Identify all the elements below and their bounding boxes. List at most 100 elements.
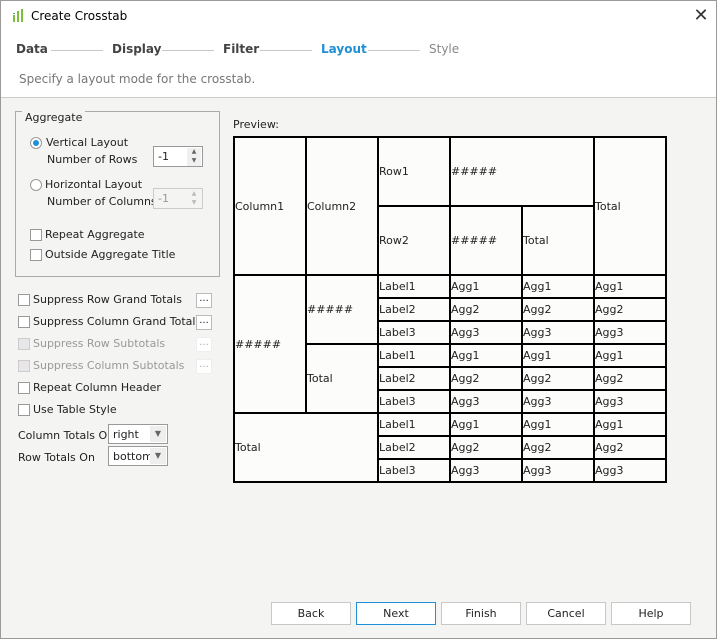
row-label-cell: Label3 — [377, 458, 451, 483]
aggregate-cell: Agg2 — [593, 366, 667, 391]
option-checkbox[interactable] — [18, 382, 30, 394]
stepper-down-icon[interactable]: ▼ — [187, 157, 201, 166]
repeat-aggregate-checkbox[interactable] — [30, 229, 42, 241]
row-totals-select[interactable]: bottom ▼ — [108, 446, 168, 466]
aggregate-cell: Agg2 — [449, 435, 523, 460]
more-options-button[interactable]: ... — [196, 337, 212, 352]
step-filter[interactable]: Filter — [223, 42, 259, 56]
aggregate-cell: Agg3 — [449, 320, 523, 345]
outside-aggregate-title-label[interactable]: Outside Aggregate Title — [45, 248, 175, 261]
column-group-cell: ##### — [233, 274, 307, 414]
horizontal-layout-radio[interactable] — [30, 179, 42, 191]
option-checkbox[interactable] — [18, 316, 30, 328]
option-label[interactable]: Suppress Column Subtotals — [33, 359, 184, 372]
chevron-down-icon[interactable]: ▼ — [150, 448, 166, 464]
row-header: Row2 — [377, 205, 451, 276]
row-header-value: ##### — [449, 136, 595, 207]
aggregate-cell: Agg2 — [593, 435, 667, 460]
aggregate-cell: Agg1 — [449, 412, 523, 437]
option-label[interactable]: Suppress Row Grand Totals — [33, 293, 182, 306]
help-button[interactable]: Help — [611, 602, 691, 625]
preview-label: Preview: — [233, 118, 279, 131]
more-options-button[interactable]: ... — [196, 293, 212, 308]
title-bar: Create Crosstab ✕ — [1, 1, 716, 32]
cancel-button[interactable]: Cancel — [526, 602, 606, 625]
step-divider — [51, 50, 103, 51]
row-totals-value: bottom — [113, 450, 153, 463]
option-label[interactable]: Use Table Style — [33, 403, 117, 416]
column-grand-total-cell: Total — [233, 412, 379, 483]
more-options-button[interactable]: ... — [196, 359, 212, 374]
aggregate-cell: Agg1 — [449, 343, 523, 368]
aggregate-cell: Agg2 — [593, 297, 667, 322]
crosstab-app-icon — [13, 9, 23, 22]
close-icon[interactable]: ✕ — [689, 5, 713, 27]
step-divider — [162, 50, 214, 51]
aggregate-cell: Agg2 — [521, 366, 595, 391]
aggregate-cell: Agg1 — [593, 343, 667, 368]
step-data[interactable]: Data — [16, 42, 48, 56]
aggregate-cell: Agg3 — [449, 389, 523, 414]
number-of-columns-label: Number of Columns — [47, 195, 157, 208]
aggregate-cell: Agg2 — [449, 366, 523, 391]
aggregate-cell: Agg3 — [449, 458, 523, 483]
aggregate-group-title: Aggregate — [22, 111, 86, 124]
wizard-header: Data Display Filter Layout Style Specify… — [1, 32, 716, 98]
aggregate-cell: Agg1 — [449, 274, 523, 299]
step-style[interactable]: Style — [429, 42, 459, 56]
aggregate-cell: Agg2 — [449, 297, 523, 322]
option-checkbox[interactable] — [18, 338, 30, 350]
aggregate-cell: Agg1 — [521, 274, 595, 299]
row-total-header: Total — [593, 136, 667, 276]
step-divider — [260, 50, 312, 51]
number-of-rows-value: -1 — [158, 150, 169, 163]
step-description: Specify a layout mode for the crosstab. — [19, 72, 256, 86]
more-options-button[interactable]: ... — [196, 315, 212, 330]
column-totals-select[interactable]: right ▼ — [108, 424, 168, 444]
option-label[interactable]: Repeat Column Header — [33, 381, 161, 394]
option-label[interactable]: Suppress Row Subtotals — [33, 337, 165, 350]
option-checkbox[interactable] — [18, 404, 30, 416]
row-label-cell: Label2 — [377, 366, 451, 391]
outside-aggregate-title-checkbox[interactable] — [30, 249, 42, 261]
next-button[interactable]: Next — [356, 602, 436, 625]
column-totals-label: Column Totals On — [18, 429, 115, 442]
stepper-up-icon[interactable]: ▲ — [187, 148, 201, 157]
number-of-rows-stepper[interactable]: -1 ▲ ▼ — [153, 146, 203, 167]
stepper-up-icon[interactable]: ▲ — [187, 190, 201, 199]
step-layout[interactable]: Layout — [321, 42, 367, 56]
option-checkbox[interactable] — [18, 294, 30, 306]
row-label-cell: Label2 — [377, 297, 451, 322]
aggregate-cell: Agg3 — [521, 320, 595, 345]
column-subtotal-cell: Total — [305, 343, 379, 414]
option-label[interactable]: Suppress Column Grand Totals — [33, 315, 201, 328]
number-of-rows-label: Number of Rows — [47, 153, 138, 166]
horizontal-layout-label[interactable]: Horizontal Layout — [45, 178, 142, 191]
finish-button[interactable]: Finish — [441, 602, 521, 625]
stepper-down-icon[interactable]: ▼ — [187, 199, 201, 208]
column-totals-value: right — [113, 428, 139, 441]
aggregate-cell: Agg3 — [521, 458, 595, 483]
aggregate-cell: Agg3 — [593, 320, 667, 345]
aggregate-cell: Agg3 — [593, 389, 667, 414]
row-subtotal-header: Total — [521, 205, 595, 276]
aggregate-cell: Agg2 — [521, 297, 595, 322]
column-header: Column1 — [233, 136, 307, 276]
vertical-layout-radio[interactable] — [30, 137, 42, 149]
create-crosstab-dialog: Create Crosstab ✕ Data Display Filter La… — [0, 0, 717, 639]
step-display[interactable]: Display — [112, 42, 161, 56]
aggregate-cell: Agg1 — [593, 274, 667, 299]
number-of-columns-stepper[interactable]: -1 ▲ ▼ — [153, 188, 203, 209]
row-label-cell: Label2 — [377, 435, 451, 460]
row-label-cell: Label3 — [377, 389, 451, 414]
back-button[interactable]: Back — [271, 602, 351, 625]
aggregate-cell: Agg2 — [521, 435, 595, 460]
vertical-layout-label[interactable]: Vertical Layout — [46, 136, 128, 149]
row-totals-label: Row Totals On — [18, 451, 95, 464]
aggregate-cell: Agg1 — [521, 412, 595, 437]
option-checkbox[interactable] — [18, 360, 30, 372]
chevron-down-icon[interactable]: ▼ — [150, 426, 166, 442]
aggregate-cell: Agg1 — [521, 343, 595, 368]
repeat-aggregate-label[interactable]: Repeat Aggregate — [45, 228, 145, 241]
row-label-cell: Label1 — [377, 343, 451, 368]
